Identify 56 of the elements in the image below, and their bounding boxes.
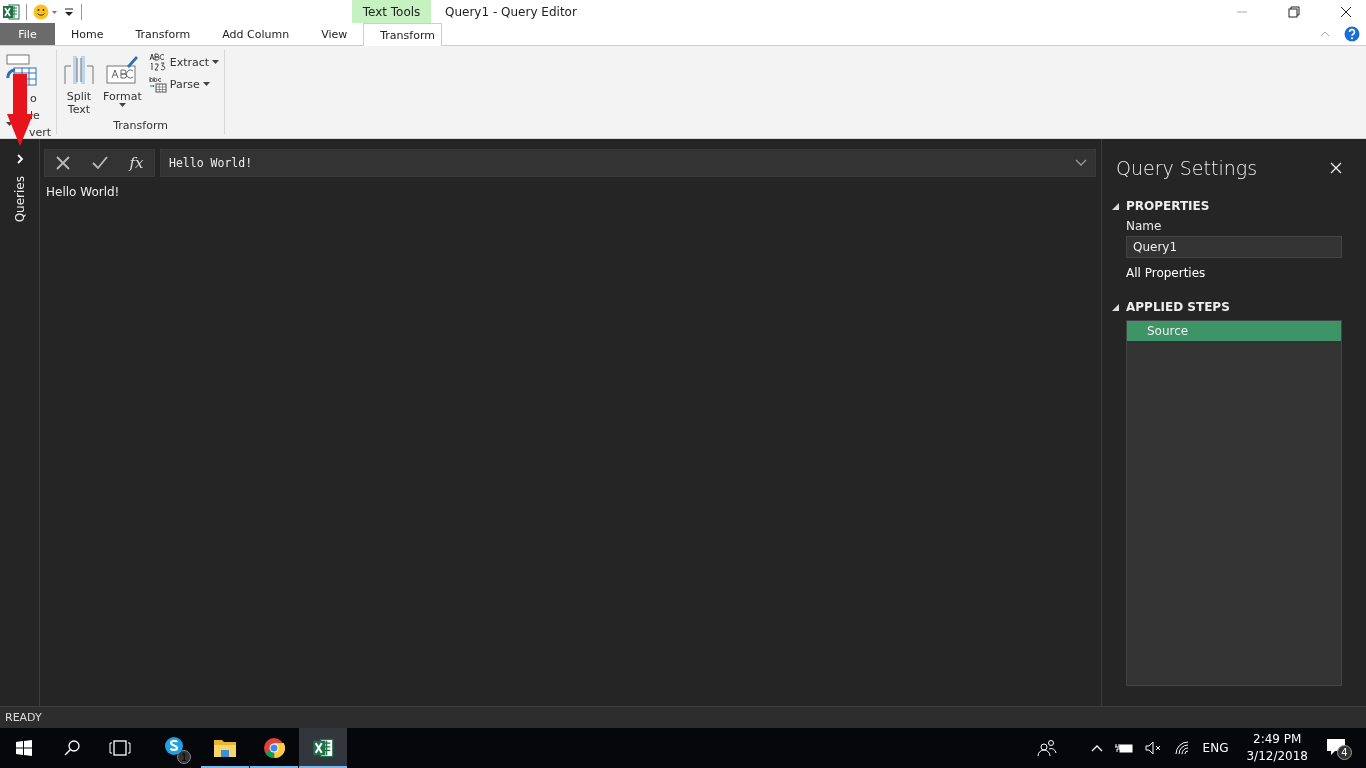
queries-pane-label[interactable]: Queries: [12, 176, 27, 223]
notification-badge: 4: [1337, 745, 1352, 760]
chevron-up-icon[interactable]: [1090, 744, 1103, 752]
chevron-down-icon[interactable]: [1075, 159, 1087, 167]
help-icon[interactable]: [1344, 26, 1360, 42]
ribbon-tab[interactable]: Add Column: [206, 23, 306, 45]
parse-table-icon: [148, 75, 167, 93]
ribbon-tab[interactable]: View: [305, 23, 364, 45]
clock[interactable]: 2:49 PM 3/12/2018: [1246, 731, 1308, 765]
ribbon-button[interactable]: Format: [100, 50, 145, 119]
task-view-icon: [109, 740, 131, 756]
ribbon-button[interactable]: Split Text: [60, 50, 98, 119]
people-icon[interactable]: [1036, 739, 1057, 757]
number-letters-icon: [148, 53, 167, 71]
window-title: Query1 - Query Editor: [445, 4, 577, 19]
button-label: o: [30, 92, 37, 105]
section-heading: APPLIED STEPS: [1126, 300, 1230, 314]
chevron-right-icon[interactable]: [14, 154, 25, 164]
group-label: vert: [28, 126, 53, 141]
result-value: Hello World!: [46, 185, 121, 199]
split-columns-icon: [63, 54, 95, 86]
collapse-triangle-icon[interactable]: [1112, 202, 1119, 210]
section-heading: PROPERTIES: [1126, 199, 1210, 213]
excel-icon: [312, 737, 334, 759]
restore-icon[interactable]: [1288, 5, 1300, 18]
windows-icon: [16, 740, 32, 756]
pane-title: Query Settings: [1116, 157, 1258, 179]
ribbon-tab[interactable]: Transform: [119, 23, 207, 45]
smiley-icon[interactable]: [33, 3, 59, 20]
ribbon-button[interactable]: Parse: [146, 74, 222, 94]
battery-icon[interactable]: [1114, 742, 1133, 754]
collapse-triangle-icon[interactable]: [1112, 303, 1119, 311]
formula-field[interactable]: Hello World!: [160, 149, 1096, 177]
wifi-icon[interactable]: [1174, 741, 1191, 755]
format-text-icon: [105, 54, 140, 86]
contextual-tab-group: Text Tools: [352, 0, 431, 23]
group-label: Transform: [112, 119, 169, 134]
ribbon-tab[interactable]: Home: [55, 23, 120, 45]
cancel-icon[interactable]: [55, 155, 72, 171]
customize-toolbar-icon[interactable]: [63, 6, 75, 17]
muted-speaker-icon[interactable]: [1144, 741, 1163, 755]
search-icon: [64, 740, 80, 756]
folder-icon: [213, 738, 237, 758]
name-field[interactable]: Query1: [1126, 236, 1342, 258]
check-icon[interactable]: [92, 155, 109, 171]
file-tab[interactable]: File: [0, 23, 55, 45]
language-indicator[interactable]: ENG: [1202, 741, 1229, 755]
status-text: READY: [5, 711, 42, 724]
chrome-icon: [263, 737, 285, 759]
taskbar-app[interactable]: [299, 728, 347, 768]
ribbon-tab[interactable]: Transform: [363, 23, 443, 47]
function-button[interactable]: fx: [129, 154, 144, 172]
close-icon[interactable]: [1340, 5, 1352, 18]
ribbon-button[interactable]: Extract: [146, 52, 222, 72]
field-label: Name: [1126, 219, 1163, 233]
all-properties-link[interactable]: All Properties: [1126, 266, 1342, 280]
